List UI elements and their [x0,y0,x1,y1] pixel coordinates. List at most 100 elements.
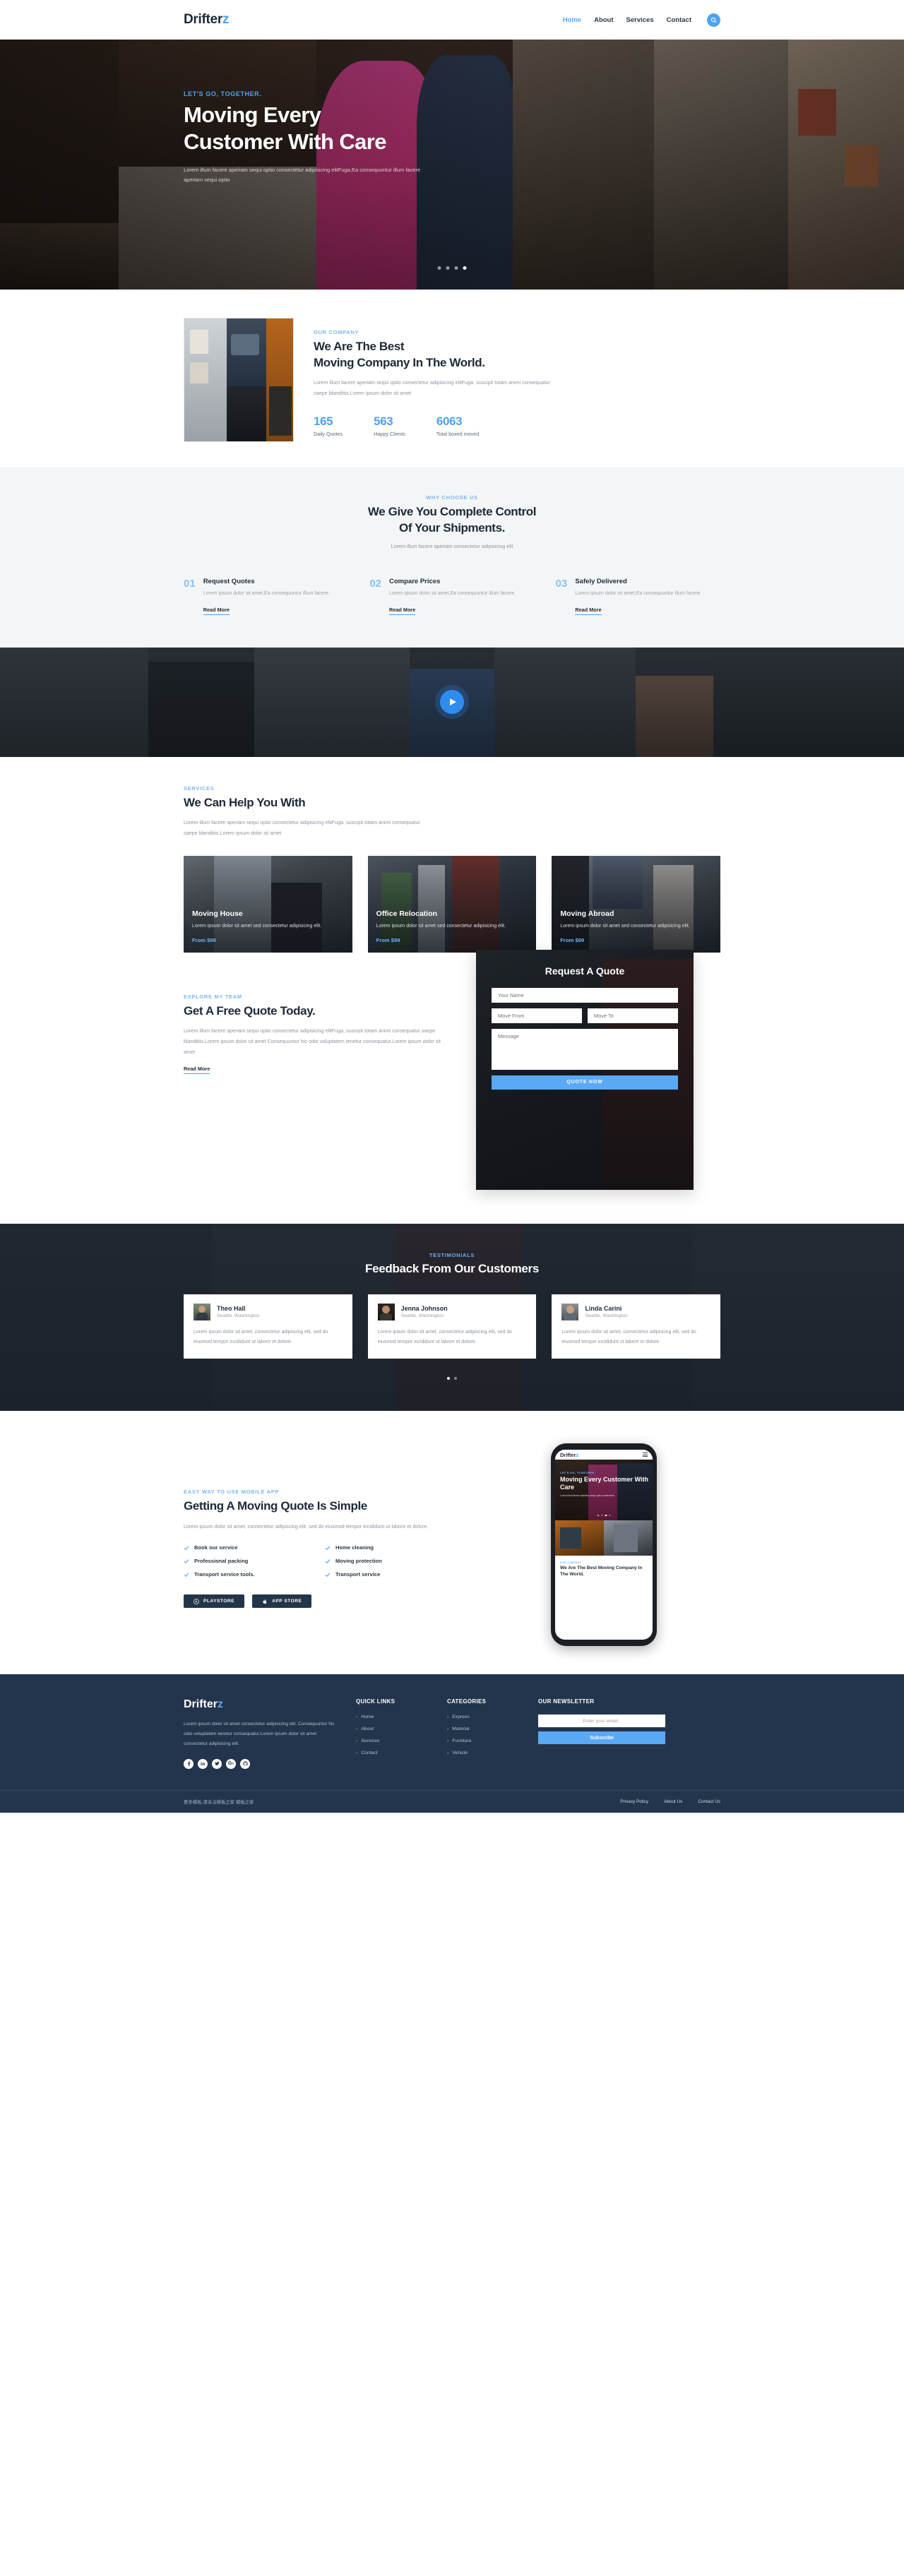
testimonial-dot-2[interactable] [454,1377,457,1381]
googleplus-icon[interactable]: G + [226,1758,236,1769]
why-title: We Give You Complete Control Of Your Shi… [184,504,720,536]
hero-slider-dots[interactable] [437,266,467,270]
phone-about-kicker: OUR COMPANY [560,1561,582,1565]
app-text: Lorem ipsum dolor sit amet, consectetur … [184,1522,429,1530]
hero-content: LET'S GO, TOGETHER. Moving Every Custome… [184,90,720,185]
footer-category-material[interactable]: Material [447,1727,521,1731]
quote-message-textarea[interactable]: Message [492,1028,678,1070]
testimonials-section: TESTIMONIALS Feedback From Our Customers… [0,1223,904,1412]
footer-link-about[interactable]: About [356,1727,430,1731]
phone-logo-text: Drifter [560,1451,576,1458]
avatar [377,1303,395,1320]
stat-item: 6063 Total boxed moved [436,415,479,437]
footer-contact-us-link[interactable]: Contact Us [698,1799,720,1804]
quote-submit-button[interactable]: QUOTE NOW [492,1075,678,1090]
linkedin-icon[interactable] [198,1758,208,1769]
footer-category-vehicle[interactable]: Vehicle [447,1751,521,1755]
quote-read-more-link[interactable]: Read More [184,1066,210,1074]
step-text: Lorem ipsum dolor sit amet,Ea consequunt… [389,590,516,596]
quote-title: Get A Free Quote Today. [184,1003,316,1018]
facebook-icon[interactable] [184,1758,194,1769]
newsletter-email-input[interactable]: Enter your email.. [538,1715,665,1728]
footer-about-us-link[interactable]: About Us [664,1799,682,1804]
quote-kicker: EXPLORE MY TEAM [184,993,242,1000]
hero-dot-2[interactable] [446,266,450,270]
footer-link-services[interactable]: Services [356,1739,430,1743]
phone-dot-2[interactable] [601,1514,603,1517]
service-card-moving-house[interactable]: Moving House Lorem ipsum dolor sit amet … [184,855,352,953]
stat-item: 165 Daily Quotes [314,415,343,437]
nav-item-home[interactable]: Home [563,16,581,24]
hero-dot-3[interactable] [454,266,458,270]
quote-section: EXPLORE MY TEAM Get A Free Quote Today. … [184,949,720,1224]
nav-item-about[interactable]: About [594,16,613,24]
service-card-office-relocation[interactable]: Office Relocation Lorem ipsum dolor sit … [367,855,537,953]
twitter-icon[interactable] [212,1758,222,1769]
phone-hero-kicker: LET'S GO, TOGETHER. [560,1471,595,1475]
hamburger-menu-icon[interactable] [643,1453,648,1457]
footer-category-furniture[interactable]: Furniture [447,1739,521,1743]
appstore-button[interactable]: APP STORE [252,1594,312,1609]
avatar [194,1303,210,1320]
hero-section: LET'S GO, TOGETHER. Moving Every Custome… [0,40,904,290]
appstore-label: APP STORE [272,1599,302,1604]
logo-text: Drifter [184,12,222,27]
logo-accent: z [222,12,230,27]
why-choose-us-section: WHY CHOOSE US We Give You Complete Contr… [0,467,904,648]
avatar [561,1303,579,1320]
phone-dot-3[interactable] [605,1514,607,1517]
app-feature-label: Professional packing [194,1558,249,1565]
why-title-line2: Of Your Shipments. [399,520,505,535]
quote-text: Lorem illum facere aperiam sequi optio c… [184,1027,441,1055]
footer-link-home[interactable]: Home [356,1715,430,1719]
testimonial-card: Theo Hall Seattle, Washington Lorem ipsu… [184,1294,352,1359]
nav-item-contact[interactable]: Contact [667,16,691,24]
step-item: 01 Request Quotes Lorem ipsum dolor sit … [184,578,348,615]
footer-categories-title: CATEGORIES [447,1698,487,1705]
hero-dot-1[interactable] [437,266,441,270]
step-number: 03 [555,577,568,590]
footer-privacy-policy-link[interactable]: Privacy Policy [620,1799,648,1804]
testimonial-name: Linda Carini [585,1305,622,1313]
site-logo[interactable]: Drifterz [184,12,229,28]
search-icon[interactable] [707,13,720,27]
testimonial-card: Jenna Johnson Seattle, Washington Lorem … [367,1294,537,1359]
step-read-more-link[interactable]: Read More [203,607,230,615]
phone-slider-dots[interactable] [597,1514,611,1517]
footer-link-contact[interactable]: Contact [356,1751,430,1755]
stat-item: 563 Happy Clients [374,415,405,437]
step-read-more-link[interactable]: Read More [575,607,602,615]
nav-item-services[interactable]: Services [626,16,654,24]
github-icon[interactable] [240,1758,250,1769]
app-kicker: EASY WAY TO USE MOBILE APP [184,1488,280,1495]
quote-name-input[interactable]: Your Name [492,987,678,1003]
stat-label: Daily Quotes [314,430,343,437]
app-title: Getting A Moving Quote Is Simple [184,1498,367,1513]
phone-dot-1[interactable] [597,1514,599,1517]
footer-logo[interactable]: Drifterz [184,1698,339,1711]
hero-title-line2: Customer With Care [184,129,387,154]
testimonials-title: Feedback From Our Customers [364,1261,540,1275]
quote-text-block: EXPLORE MY TEAM Get A Free Quote Today. … [184,978,452,1190]
play-icon[interactable] [440,690,464,715]
quote-move-to-input[interactable]: Move To [588,1008,678,1023]
check-icon [184,1559,189,1563]
phone-dot-4[interactable] [609,1514,611,1517]
footer-category-express[interactable]: Express [447,1715,521,1719]
playstore-label: PLAYSTORE [203,1599,235,1604]
hero-dot-4[interactable] [463,266,467,270]
service-card-moving-abroad[interactable]: Moving Abroad Lorem ipsum dolor sit amet… [552,855,721,953]
newsletter-subscribe-button[interactable]: Subscribe [538,1731,665,1745]
about-title-line2: Moving Company In The World. [314,355,485,369]
check-icon [184,1546,189,1550]
step-title: Compare Prices [389,577,441,585]
playstore-button[interactable]: PLAYSTORE [184,1594,245,1609]
hero-title: Moving Every Customer With Care [184,102,720,155]
testimonials-slider-dots[interactable] [184,1377,720,1381]
step-read-more-link[interactable]: Read More [389,607,416,615]
testimonials-cards: Theo Hall Seattle, Washington Lorem ipsu… [184,1294,721,1359]
about-image [184,318,294,442]
footer-social-links: G + [184,1758,339,1769]
quote-move-from-input[interactable]: Move From [492,1008,582,1023]
testimonial-dot-1[interactable] [447,1377,450,1381]
